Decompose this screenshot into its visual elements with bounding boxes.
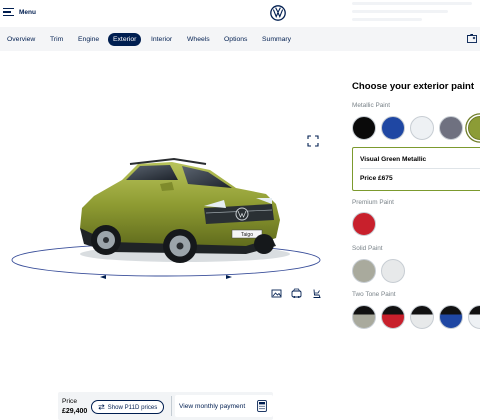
show-p11d-label: Show P11D prices: [107, 403, 158, 411]
paint-swatch[interactable]: [381, 259, 405, 283]
metallic-swatches: [352, 116, 480, 140]
paint-swatch[interactable]: [381, 116, 405, 140]
fullscreen-icon[interactable]: [307, 135, 319, 147]
number-plate-text: Taigo: [241, 232, 253, 238]
divider: [360, 168, 480, 169]
paint-swatch[interactable]: [352, 259, 376, 283]
tab-overview[interactable]: Overview: [7, 33, 35, 46]
calculator-icon: [257, 400, 267, 412]
premium-swatches: [352, 212, 376, 236]
interior-view-icon[interactable]: [291, 288, 302, 299]
tab-trim[interactable]: Trim: [50, 33, 63, 46]
metallic-paint-label: Metallic Paint: [352, 102, 391, 109]
view-switcher: [271, 288, 322, 299]
view-monthly-payment-label: View monthly payment: [179, 403, 246, 410]
paint-swatch[interactable]: [410, 116, 434, 140]
swap-icon: [98, 404, 105, 410]
tab-exterior[interactable]: Exterior: [108, 33, 142, 46]
price-bar: Price £29,400 Show P11D prices View mont…: [58, 392, 273, 420]
top-header: Menu: [0, 0, 480, 27]
tab-engine[interactable]: Engine: [78, 33, 99, 46]
hamburger-icon: [3, 8, 14, 16]
selected-paint-details: Visual Green Metallic Price £675: [352, 147, 480, 191]
paint-swatch[interactable]: [352, 212, 376, 236]
paint-swatch[interactable]: [352, 116, 376, 140]
price-label: Price: [62, 398, 78, 405]
paint-swatch-selected[interactable]: [468, 116, 480, 140]
divider: [171, 396, 172, 416]
menu-label: Menu: [19, 8, 36, 16]
seat-view-icon[interactable]: [311, 288, 322, 299]
two-tone-swatch[interactable]: [468, 305, 480, 329]
two-tone-paint-label: Two Tone Paint: [352, 291, 396, 298]
tab-wheels[interactable]: Wheels: [187, 33, 210, 46]
selected-paint-price: Price £675: [360, 175, 393, 182]
two-tone-swatch[interactable]: [439, 305, 463, 329]
car-image[interactable]: Taigo: [10, 150, 324, 284]
two-tone-swatch[interactable]: [410, 305, 434, 329]
tab-summary[interactable]: Summary: [262, 33, 291, 46]
price-value: £29,400: [62, 408, 88, 415]
two-tone-swatches: [352, 305, 480, 329]
view-monthly-payment-button[interactable]: View monthly payment: [175, 395, 273, 417]
solid-paint-label: Solid Paint: [352, 245, 383, 252]
tab-options[interactable]: Options: [224, 33, 247, 46]
premium-paint-label: Premium Paint: [352, 199, 394, 206]
two-tone-swatch[interactable]: [381, 305, 405, 329]
faded-notice: [352, 2, 480, 26]
solid-swatches: [352, 259, 405, 283]
configurator-tabs: Overview Trim Engine Exterior Interior W…: [0, 27, 480, 51]
configuration-icon[interactable]: [467, 34, 477, 43]
vw-logo-icon[interactable]: [270, 5, 286, 21]
tab-interior[interactable]: Interior: [151, 33, 172, 46]
selected-paint-name: Visual Green Metallic: [360, 156, 427, 163]
paint-swatch[interactable]: [439, 116, 463, 140]
show-p11d-button[interactable]: Show P11D prices: [91, 400, 164, 414]
panel-title: Choose your exterior paint: [352, 81, 475, 92]
paint-panel: Choose your exterior paint Metallic Pain…: [351, 51, 480, 420]
two-tone-swatch[interactable]: [352, 305, 376, 329]
gallery-icon[interactable]: [271, 288, 282, 299]
menu-button[interactable]: Menu: [3, 8, 36, 16]
